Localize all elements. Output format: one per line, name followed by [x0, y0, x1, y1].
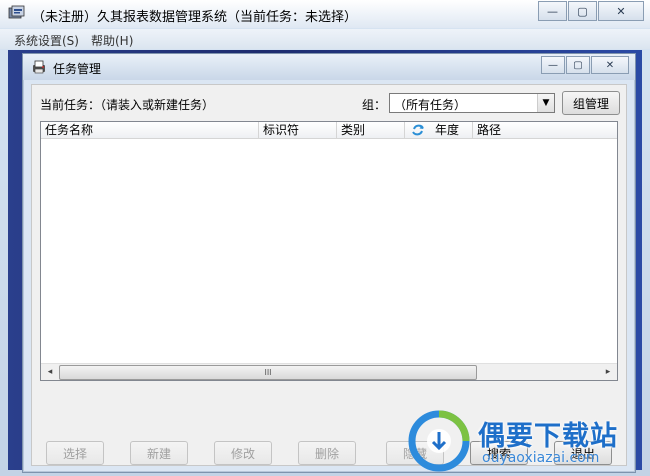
refresh-icon: [412, 124, 424, 136]
task-list[interactable]: 任务名称 标识符 类别 年度 路径 ◂ III ▸: [40, 121, 618, 381]
column-header-path[interactable]: 路径: [473, 122, 617, 138]
watermark-url: ouyaoxiazai.com: [482, 450, 600, 466]
group-manage-button[interactable]: 组管理: [562, 91, 620, 115]
select-button[interactable]: 选择: [46, 441, 104, 465]
scroll-thumb[interactable]: III: [59, 365, 477, 380]
maximize-button[interactable]: ▢: [568, 1, 597, 21]
minimize-button[interactable]: —: [538, 1, 567, 21]
scroll-left-icon[interactable]: ◂: [43, 366, 57, 378]
child-maximize-button[interactable]: ▢: [566, 56, 590, 74]
window-title: （未注册）久其报表数据管理系统（当前任务：未选择）: [32, 10, 358, 25]
child-minimize-button[interactable]: —: [541, 56, 565, 74]
column-header-category[interactable]: 类别: [337, 122, 405, 138]
menu-system-settings[interactable]: 系统设置(S): [14, 32, 79, 49]
app-icon: [8, 5, 25, 19]
column-header-identifier[interactable]: 标识符: [259, 122, 337, 138]
watermark-logo-icon: [408, 410, 470, 472]
chevron-down-icon[interactable]: ▼: [537, 94, 554, 112]
current-task-label: 当前任务：（请装入或新建任务）: [40, 98, 215, 112]
close-button[interactable]: ✕: [598, 1, 644, 21]
group-label: 组：: [362, 98, 387, 112]
delete-button[interactable]: 删除: [298, 441, 356, 465]
task-list-header: 任务名称 标识符 类别 年度 路径: [41, 122, 617, 139]
child-close-button[interactable]: ✕: [591, 56, 629, 74]
watermark-brand: 偶要下载站: [478, 421, 618, 452]
task-window-icon: [33, 60, 45, 74]
main-window: （未注册）久其报表数据管理系统（当前任务：未选择） — ▢ ✕ 系统设置(S) …: [0, 0, 650, 476]
child-title-bar: 任务管理 — ▢ ✕: [23, 54, 635, 80]
watermark: 偶要下载站 ouyaoxiazai.com: [408, 404, 650, 476]
horizontal-scrollbar[interactable]: ◂ III ▸: [41, 363, 617, 380]
group-select[interactable]: （所有任务） ▼: [389, 93, 555, 113]
group-select-value: （所有任务）: [394, 98, 467, 112]
menu-help[interactable]: 帮助(H): [91, 32, 133, 49]
title-bar: （未注册）久其报表数据管理系统（当前任务：未选择） — ▢ ✕: [0, 0, 650, 28]
menu-bar: 系统设置(S) 帮助(H): [0, 29, 650, 49]
column-header-task-name[interactable]: 任务名称: [41, 122, 259, 138]
scroll-right-icon[interactable]: ▸: [601, 366, 615, 378]
modify-button[interactable]: 修改: [214, 441, 272, 465]
child-window-title: 任务管理: [53, 62, 102, 76]
new-button[interactable]: 新建: [130, 441, 188, 465]
